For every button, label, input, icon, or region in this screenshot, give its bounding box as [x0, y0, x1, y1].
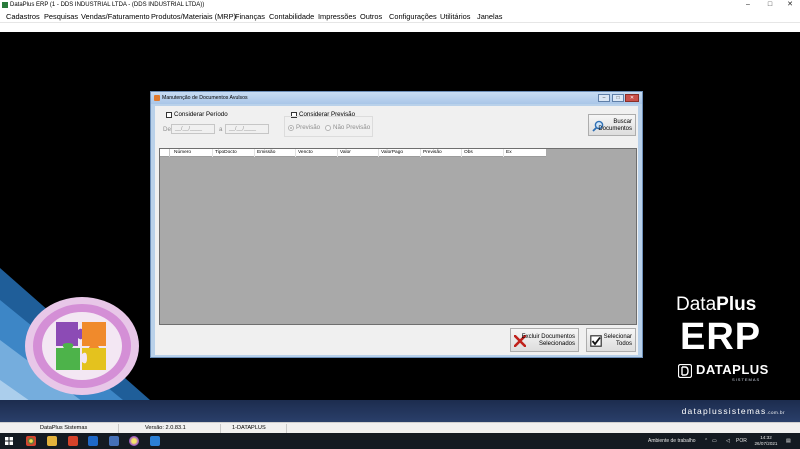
dialog-close-button[interactable]: ✕	[625, 94, 639, 102]
grid-col-separator	[212, 149, 213, 157]
checkmark-icon	[590, 335, 602, 347]
dataplus-taskbar-icon[interactable]	[129, 436, 139, 446]
brand-band: dataplussistemas.com.br	[0, 400, 800, 422]
taskbar-clock[interactable]: 14:32 26/07/2021	[752, 435, 780, 447]
grid-col-separator	[503, 149, 504, 157]
language-indicator[interactable]: POR	[736, 438, 747, 444]
brand-dataplus: DataPlus	[676, 294, 757, 315]
desktop: DataPlus ERP (1 - DDS INDUSTRIAL LTDA - …	[0, 0, 800, 449]
puzzle-logo	[25, 297, 139, 395]
grid-col-obs[interactable]: Obs	[464, 150, 473, 156]
menu-vendas-faturamento[interactable]: Vendas/Faturamento	[81, 12, 150, 21]
grid-col-ex[interactable]: Ex	[506, 150, 512, 156]
previsao-radio-label: Previsão	[296, 124, 321, 131]
status-company: DataPlus Sistemas	[40, 425, 88, 431]
dialog-maximize-button[interactable]: □	[612, 94, 624, 102]
windows-start-icon[interactable]	[5, 437, 13, 445]
status-user: 1-DATAPLUS	[232, 425, 266, 431]
grid-row-selector-header	[160, 149, 170, 157]
menu-janelas[interactable]: Janelas	[477, 12, 502, 21]
considerar-periodo-checkbox[interactable]	[166, 112, 172, 118]
grid-col-vencto[interactable]: Vencto	[298, 150, 313, 156]
selecionar-label-line1: Selecionar	[603, 334, 632, 340]
periodo-from-label: De	[163, 126, 171, 133]
maximize-button[interactable]: □	[760, 0, 780, 10]
excluir-label-line1: Excluir Documentos	[521, 334, 575, 340]
documentos-avulsos-dialog: Manutenção de Documentos Avulsos – □ ✕ C…	[150, 91, 643, 358]
grid-col-numero[interactable]: Número	[174, 150, 191, 156]
periodo-to-input[interactable]: __/__/____	[225, 124, 269, 134]
window-title: DataPlus ERP (1 - DDS INDUSTRIAL LTDA - …	[10, 2, 205, 8]
selecionar-todos-button[interactable]: Selecionar Todos	[586, 328, 636, 352]
menu-configuracoes[interactable]: Configurações	[389, 12, 437, 21]
buscar-label-line1: Buscar	[613, 119, 632, 125]
buscar-label-line2: Documentos	[598, 126, 632, 132]
periodo-to-label: a	[219, 126, 223, 133]
brand-company: DATAPLUS	[696, 362, 769, 377]
status-version: Versão: 2.0.83.1	[145, 425, 186, 431]
outlook-icon[interactable]	[88, 436, 98, 446]
tray-desktop-label[interactable]: Ambiente de trabalho	[648, 438, 696, 444]
menu-cadastros[interactable]: Cadastros	[6, 12, 40, 21]
status-bar: DataPlus Sistemas Versão: 2.0.83.1 1-DAT…	[0, 422, 800, 433]
dataplus-logo-icon	[678, 364, 692, 378]
dialog-app-icon	[154, 95, 160, 101]
grid-col-emissao[interactable]: Emissão	[257, 150, 275, 156]
menu-outros[interactable]: Outros	[360, 12, 382, 21]
clock-date: 26/07/2021	[754, 441, 778, 446]
menu-contabilidade[interactable]: Contabilidade	[269, 12, 314, 21]
buscar-documentos-button[interactable]: Buscar Documentos	[588, 114, 636, 136]
close-button[interactable]: ✕	[780, 0, 800, 10]
nao-previsao-radio-label: Não Previsão	[333, 124, 371, 131]
menu-impressoes[interactable]: Impressões	[318, 12, 356, 21]
selecionar-label-line2: Todos	[615, 341, 632, 347]
file-explorer-icon[interactable]	[47, 436, 57, 446]
status-separator	[286, 424, 287, 433]
excluir-documentos-button[interactable]: Excluir Documentos Selecionados	[510, 328, 579, 352]
chrome-icon[interactable]	[26, 436, 36, 446]
periodo-from-input[interactable]: __/__/____	[171, 124, 215, 134]
grid-col-tipodocto[interactable]: TipoDocto	[215, 150, 237, 156]
grid-col-valor[interactable]: Valor	[340, 150, 351, 156]
brand-website: dataplussistemas.com.br	[681, 406, 785, 416]
menu-bar: Cadastros Pesquisas Vendas/Faturamento P…	[0, 10, 800, 23]
excluir-label-line2: Selecionados	[538, 341, 575, 347]
teams-icon[interactable]	[109, 436, 119, 446]
grid-col-separator	[295, 149, 296, 157]
menu-produtos-materiais[interactable]: Produtos/Materiais (MRP)	[151, 12, 236, 21]
dialog-title-bar: Manutenção de Documentos Avulsos – □ ✕	[151, 92, 642, 104]
nao-previsao-radio[interactable]	[325, 125, 331, 131]
taskbar: Ambiente de trabalho ⌃ ▭ ◁ POR 14:32 26/…	[0, 433, 800, 449]
grid-col-separator	[337, 149, 338, 157]
dialog-body: Considerar Período De __/__/____ a __/__…	[155, 106, 638, 355]
grid-col-previsao[interactable]: Previsão	[423, 150, 442, 156]
minimize-button[interactable]: –	[738, 0, 758, 10]
grid-col-valorpago[interactable]: ValorPago	[381, 150, 403, 156]
status-separator	[220, 424, 221, 433]
grid-header: Número TipoDocto Emissão Vencto Valor Va…	[160, 149, 546, 157]
status-separator	[118, 424, 119, 433]
remote-desktop-icon[interactable]	[150, 436, 160, 446]
network-icon[interactable]: ▭	[712, 438, 717, 444]
volume-icon[interactable]: ◁	[726, 438, 730, 444]
grid-col-separator	[420, 149, 421, 157]
chevron-up-icon[interactable]: ⌃	[704, 438, 708, 444]
grid-col-separator	[378, 149, 379, 157]
grid-col-separator	[254, 149, 255, 157]
previsao-radio[interactable]	[288, 125, 294, 131]
brand-erp: ERP	[680, 316, 762, 358]
documentos-grid[interactable]: Número TipoDocto Emissão Vencto Valor Va…	[159, 148, 637, 325]
considerar-periodo-label: Considerar Período	[174, 111, 228, 118]
grid-col-separator	[461, 149, 462, 157]
menu-financas[interactable]: Finanças	[235, 12, 265, 21]
notification-icon[interactable]: ▤	[786, 438, 791, 444]
store-icon[interactable]	[68, 436, 78, 446]
brand-company-sub: SISTEMAS	[732, 377, 761, 382]
menu-pesquisas[interactable]: Pesquisas	[44, 12, 78, 21]
menu-utilitarios[interactable]: Utilitários	[440, 12, 470, 21]
app-icon	[2, 2, 8, 8]
dialog-minimize-button[interactable]: –	[598, 94, 610, 102]
window-title-bar: DataPlus ERP (1 - DDS INDUSTRIAL LTDA - …	[0, 0, 800, 10]
dialog-title: Manutenção de Documentos Avulsos	[162, 95, 248, 101]
